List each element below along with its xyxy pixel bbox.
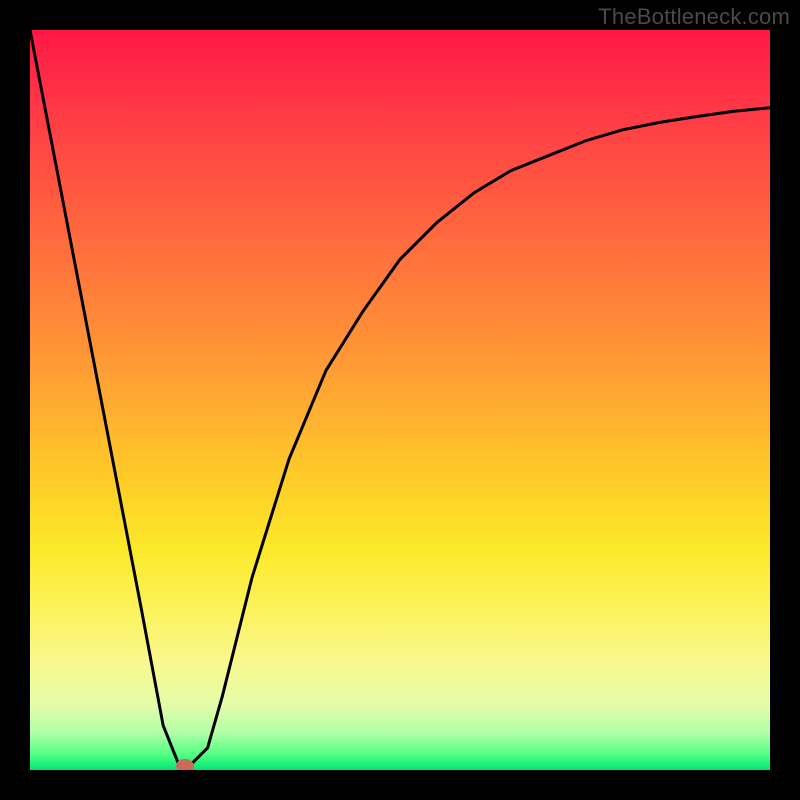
bottleneck-curve — [30, 30, 770, 770]
chart-container: TheBottleneck.com — [0, 0, 800, 800]
marker-dot — [176, 759, 194, 770]
watermark-text: TheBottleneck.com — [598, 4, 790, 30]
plot-area — [30, 30, 770, 770]
